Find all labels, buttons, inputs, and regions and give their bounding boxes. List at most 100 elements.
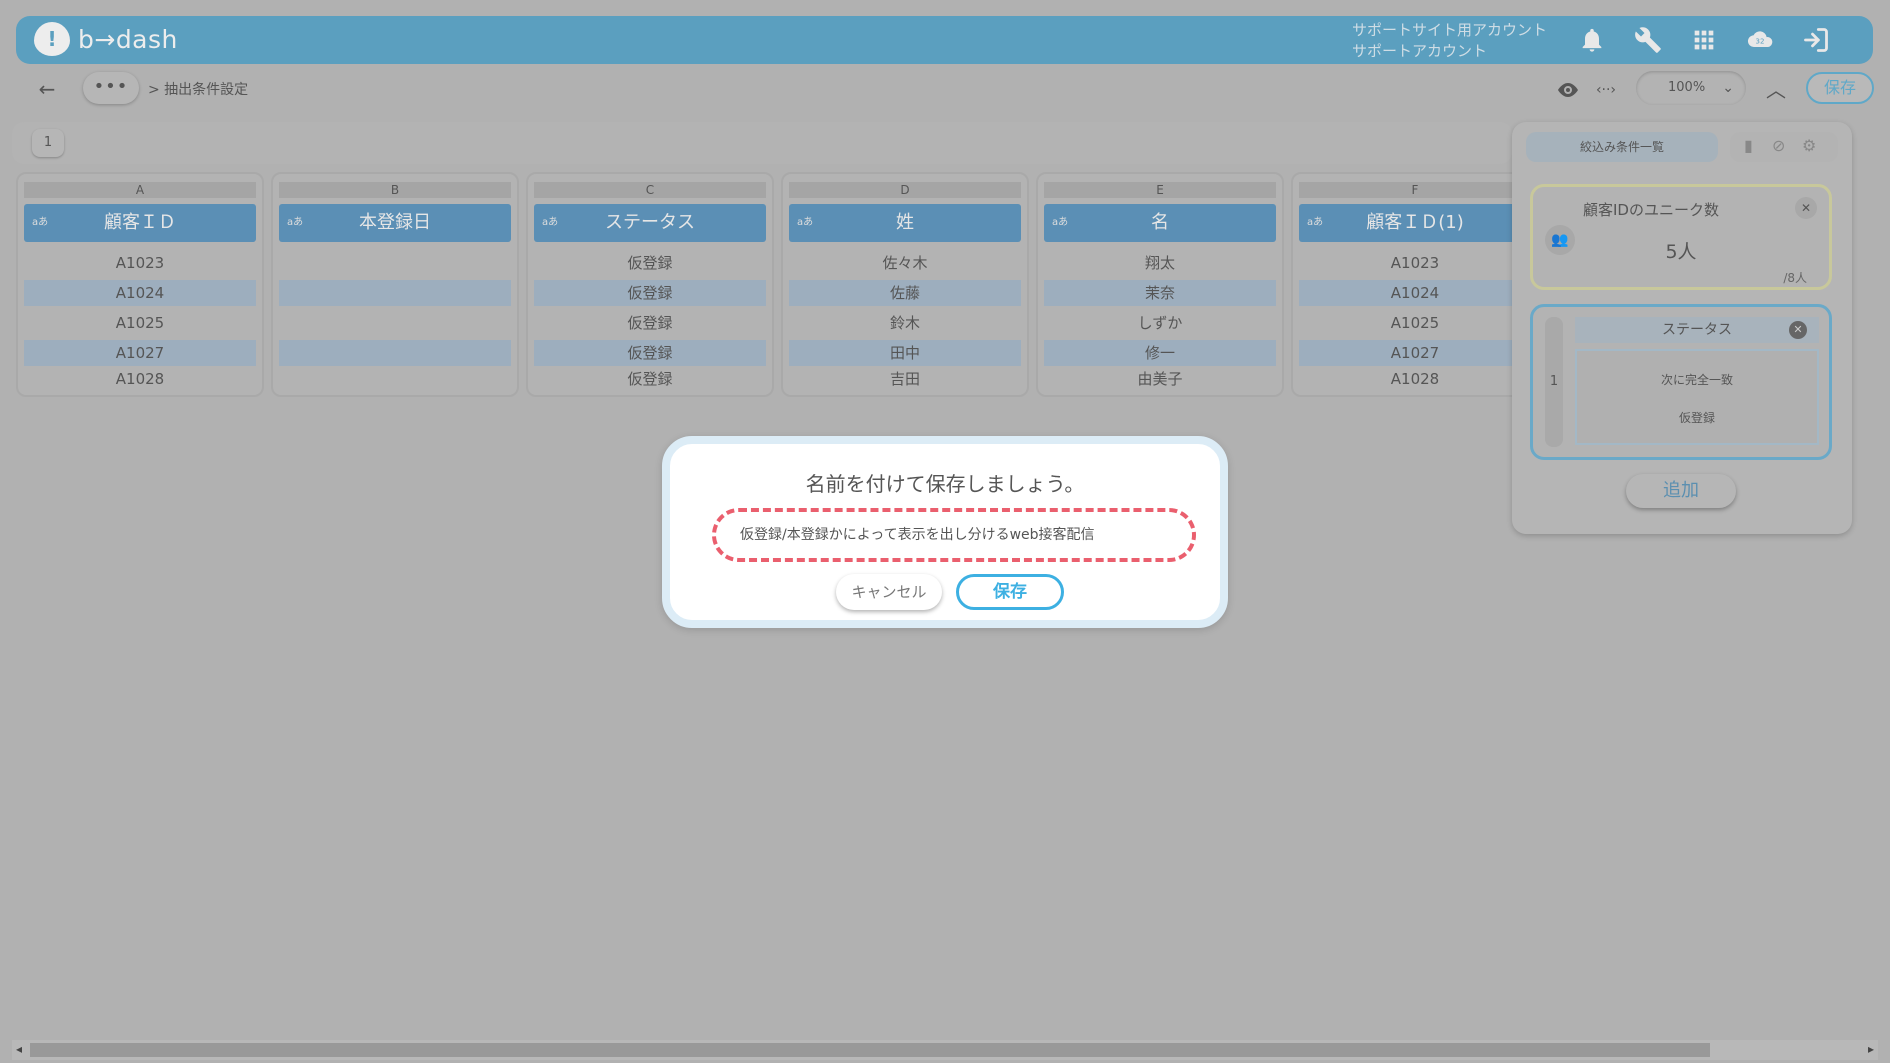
table-cell[interactable]: 佐々木 — [789, 250, 1021, 276]
table-cell[interactable]: A1025 — [24, 310, 256, 336]
table-cell[interactable]: 翔太 — [1044, 250, 1276, 276]
logo-text: b→dash — [78, 24, 178, 54]
column-header[interactable]: aあ 顧客ＩＤ — [24, 204, 256, 242]
toolbar: ← ••• > 抽出条件設定 ‹··› 100% ⌄ ︿ 保存 — [0, 68, 1890, 112]
table-cell[interactable]: A1028 — [24, 366, 256, 392]
column-letter: A — [24, 182, 256, 198]
condition-value: 仮登録 — [1678, 411, 1715, 425]
bell-icon[interactable] — [1576, 24, 1608, 56]
text-type-icon: aあ — [542, 217, 559, 228]
eye-icon[interactable] — [1554, 76, 1582, 104]
scroll-left-icon[interactable]: ◂ — [16, 1042, 22, 1056]
column-header-label: 本登録日 — [359, 212, 431, 233]
column-header-label: 顧客ＩＤ(1) — [1366, 212, 1464, 233]
hide-icon[interactable]: ⊘ — [1772, 136, 1785, 155]
dialog-save-button[interactable]: 保存 — [956, 574, 1064, 610]
table-cell[interactable]: A1024 — [1299, 280, 1531, 306]
zoom-value: 100% — [1668, 80, 1706, 95]
table-cell[interactable]: 仮登録 — [534, 280, 766, 306]
condition-body[interactable]: 次に完全一致 仮登録 — [1575, 349, 1819, 445]
zoom-select[interactable]: 100% ⌄ — [1636, 71, 1746, 105]
tab-filter-list[interactable]: 絞込み条件一覧 — [1526, 132, 1718, 162]
clear-icon[interactable]: ✕ — [1795, 197, 1817, 219]
document-icon[interactable]: ▮ — [1744, 136, 1753, 155]
condition-field[interactable]: ステータス — [1575, 317, 1819, 343]
column-header[interactable]: aあ 姓 — [789, 204, 1021, 242]
text-type-icon: aあ — [287, 217, 304, 228]
more-button[interactable]: ••• — [83, 72, 139, 104]
column-header[interactable]: aあ 名 — [1044, 204, 1276, 242]
column-c[interactable]: C aあ ステータス 仮登録 仮登録 仮登録 仮登録 仮登録 — [526, 172, 774, 397]
top-bar: ! b→dash サポートサイト用アカウント サポートアカウント 32 — [16, 16, 1873, 64]
table-cell[interactable]: A1025 — [1299, 310, 1531, 336]
column-d[interactable]: D aあ 姓 佐々木 佐藤 鈴木 田中 吉田 — [781, 172, 1029, 397]
table-cell[interactable]: A1023 — [24, 250, 256, 276]
table-cell[interactable]: A1023 — [1299, 250, 1531, 276]
name-input[interactable]: 仮登録/本登録かによって表示を出し分けるweb接客配信 — [712, 508, 1196, 562]
table-cell[interactable]: 仮登録 — [534, 250, 766, 276]
account-name: サポートサイト用アカウント — [1352, 21, 1548, 39]
text-type-icon: aあ — [32, 217, 49, 228]
unique-count-value: 5人 — [1665, 241, 1697, 263]
page-tab-strip: 1 — [12, 122, 1512, 164]
back-arrow-icon[interactable]: ← — [34, 76, 60, 102]
table-cell[interactable]: 仮登録 — [534, 366, 766, 392]
scroll-right-icon[interactable]: ▸ — [1868, 1042, 1874, 1056]
table-cell[interactable] — [279, 366, 511, 392]
apps-grid-icon[interactable] — [1688, 24, 1720, 56]
horizontal-scrollbar[interactable]: ◂ ▸ — [12, 1040, 1878, 1060]
table-cell[interactable]: A1027 — [1299, 340, 1531, 366]
add-condition-button[interactable]: 追加 — [1626, 474, 1736, 508]
scrollbar-thumb[interactable] — [30, 1043, 1710, 1057]
table-cell[interactable]: A1027 — [24, 340, 256, 366]
page-tab-1[interactable]: 1 — [32, 129, 64, 157]
column-b[interactable]: B aあ 本登録日 — [271, 172, 519, 397]
table-cell[interactable]: 鈴木 — [789, 310, 1021, 336]
table-cell[interactable]: A1028 — [1299, 366, 1531, 392]
settings-icon[interactable]: ⚙ — [1802, 136, 1816, 155]
remove-condition-icon[interactable]: ✕ — [1789, 321, 1807, 339]
table-cell[interactable]: 仮登録 — [534, 310, 766, 336]
column-letter: D — [789, 182, 1021, 198]
column-header-label: 顧客ＩＤ — [104, 212, 176, 233]
column-header[interactable]: aあ ステータス — [534, 204, 766, 242]
condition-index: 1 — [1545, 317, 1563, 447]
panel-tab-icons: ▮ ⊘ ⚙ — [1730, 132, 1838, 162]
table-cell[interactable] — [279, 250, 511, 276]
save-button[interactable]: 保存 — [1806, 72, 1874, 104]
column-header-label: 名 — [1151, 212, 1169, 233]
logout-icon[interactable] — [1800, 24, 1832, 56]
wrench-icon[interactable] — [1632, 24, 1664, 56]
table-cell[interactable]: 由美子 — [1044, 366, 1276, 392]
table-cell[interactable]: 修一 — [1044, 340, 1276, 366]
table-cell[interactable]: 田中 — [789, 340, 1021, 366]
column-header[interactable]: aあ 顧客ＩＤ(1) — [1299, 204, 1531, 242]
table-cell[interactable] — [279, 340, 511, 366]
app-logo[interactable]: ! b→dash — [34, 22, 178, 56]
notification-cloud-icon[interactable]: 32 — [1744, 24, 1776, 56]
table-cell[interactable]: 吉田 — [789, 366, 1021, 392]
cancel-button[interactable]: キャンセル — [836, 574, 942, 610]
table-cell[interactable]: A1024 — [24, 280, 256, 306]
column-a[interactable]: A aあ 顧客ＩＤ A1023 A1024 A1025 A1027 A1028 — [16, 172, 264, 397]
condition-card[interactable]: 1 ステータス ✕ 次に完全一致 仮登録 — [1530, 304, 1832, 460]
column-e[interactable]: E aあ 名 翔太 茉奈 しずか 修一 由美子 — [1036, 172, 1284, 397]
account-info[interactable]: サポートサイト用アカウント サポートアカウント — [1352, 20, 1547, 62]
table-cell[interactable]: 佐藤 — [789, 280, 1021, 306]
table-cell[interactable]: 仮登録 — [534, 340, 766, 366]
column-letter: C — [534, 182, 766, 198]
code-arrows-icon[interactable]: ‹··› — [1592, 76, 1620, 104]
condition-operator: 次に完全一致 — [1660, 373, 1733, 387]
logo-bubble-icon: ! — [34, 22, 70, 56]
column-header[interactable]: aあ 本登録日 — [279, 204, 511, 242]
unique-count-title: 顧客IDのユニーク数 — [1583, 201, 1719, 219]
table-cell[interactable] — [279, 310, 511, 336]
chevron-up-icon[interactable]: ︿ — [1762, 76, 1790, 104]
unique-count-card[interactable]: 👥 顧客IDのユニーク数 ✕ 5人 /8人 — [1530, 184, 1832, 290]
table-cell[interactable]: 茉奈 — [1044, 280, 1276, 306]
table-cell[interactable]: しずか — [1044, 310, 1276, 336]
chevron-down-icon: ⌄ — [1722, 80, 1734, 96]
breadcrumb: > 抽出条件設定 — [148, 82, 249, 98]
column-f[interactable]: F aあ 顧客ＩＤ(1) A1023 A1024 A1025 A1027 A102… — [1291, 172, 1539, 397]
table-cell[interactable] — [279, 280, 511, 306]
